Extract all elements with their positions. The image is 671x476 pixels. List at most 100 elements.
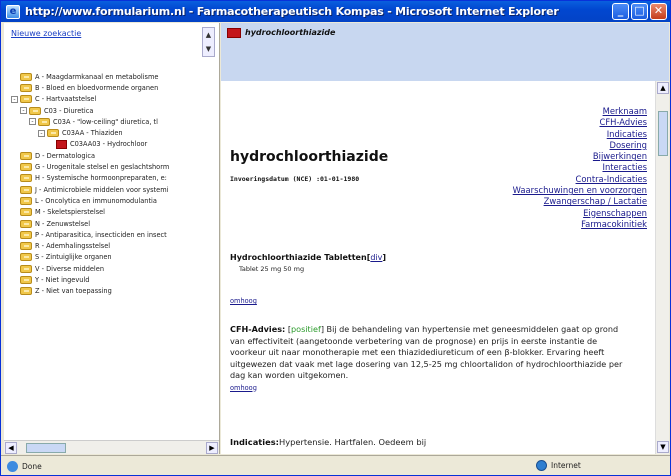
content-vertical-scrollbar[interactable]: ▲ ▼ [655, 81, 669, 454]
close-button[interactable]: ✕ [650, 3, 667, 20]
minimize-button[interactable]: _ [612, 3, 629, 20]
tree-item[interactable]: G - Urogenitale stelsel en geslachtshorm [7, 161, 217, 172]
product-dose: Tablet 25 mg 50 mg [239, 265, 305, 273]
folder-icon [20, 83, 32, 92]
tree-item-label: C03 - Diuretica [44, 106, 94, 115]
zone-label: Internet [551, 461, 581, 470]
section-link[interactable]: Bijwerkingen [513, 151, 647, 162]
scroll-up-icon[interactable]: ▲ [203, 28, 214, 42]
section-link[interactable]: Merknaam [513, 106, 647, 117]
back-to-top-link-2[interactable]: omhoog [230, 384, 257, 392]
section-link[interactable]: Eigenschappen [513, 208, 647, 219]
tree-item-label: B - Bloed en bloedvormende organen [35, 83, 159, 92]
tree-item[interactable]: C03AA03 - Hydrochloor [7, 139, 217, 150]
section-link[interactable]: Contra-Indicaties [513, 174, 647, 185]
tree-item[interactable]: Y - Niet ingevuld [7, 274, 217, 285]
tree-item[interactable]: Z - Niet van toepassing [7, 286, 217, 297]
folder-icon [20, 230, 32, 239]
tree-item-label: C - Hartvaatstelsel [35, 95, 97, 104]
left-frame-scroll[interactable]: ▲ ▼ [202, 27, 215, 57]
globe-icon [536, 460, 547, 471]
folder-icon [20, 275, 32, 284]
tree-item-label: S - Zintuiglijke organen [35, 253, 112, 262]
folder-icon [20, 72, 32, 81]
scroll-right-icon[interactable]: ▶ [206, 442, 218, 454]
scroll-down-icon[interactable]: ▼ [203, 42, 214, 56]
tree-item[interactable]: - C03A - "low-ceiling" diuretica, tl [7, 116, 217, 127]
tree-item[interactable]: - C03 - Diuretica [7, 105, 217, 116]
scroll-down-icon[interactable]: ▼ [657, 441, 669, 453]
collapse-icon[interactable]: - [20, 107, 27, 115]
folder-icon [20, 219, 32, 228]
folder-icon [20, 208, 32, 217]
section-link[interactable]: Waarschuwingen en voorzorgen [513, 185, 647, 196]
tree-item-label: V - Diverse middelen [35, 264, 104, 273]
tree-item[interactable]: - C - Hartvaatstelsel [7, 94, 217, 105]
back-to-top-link[interactable]: omhoog [230, 297, 257, 305]
tree-item-label: C03A - "low-ceiling" diuretica, tl [53, 117, 158, 126]
folder-icon [20, 196, 32, 205]
tree-item-label: D - Dermatologica [35, 151, 96, 160]
tree-item[interactable]: J - Antimicrobiele middelen voor systemi [7, 184, 217, 195]
section-link[interactable]: Dosering [513, 140, 647, 151]
tree-item-label: C03AA - Thiaziden [62, 129, 123, 138]
tree-item[interactable]: L - Oncolytica en immunomodulantia [7, 195, 217, 206]
scroll-left-icon[interactable]: ◀ [5, 442, 17, 454]
tree-item[interactable]: V - Diverse middelen [7, 263, 217, 274]
cfh-label: CFH-Advies: [230, 324, 286, 334]
folder-icon [20, 151, 32, 160]
tree-item-label: J - Antimicrobiele middelen voor systemi [35, 185, 169, 194]
section-link[interactable]: Indicaties [513, 129, 647, 140]
drug-icon [56, 139, 67, 149]
collapse-icon[interactable]: - [11, 95, 18, 103]
scrollbar-thumb[interactable] [26, 443, 66, 453]
folder-icon [20, 253, 32, 262]
tree-item[interactable]: N - Zenuwstelsel [7, 218, 217, 229]
scroll-up-icon[interactable]: ▲ [657, 82, 669, 94]
collapse-icon[interactable]: - [29, 118, 36, 126]
section-link[interactable]: CFH-Advies [513, 117, 648, 128]
section-link[interactable]: Zwangerschap / Lactatie [513, 196, 647, 207]
section-link[interactable]: Farmacokinitiek [513, 219, 647, 230]
tree-item[interactable]: R - Ademhalingsstelsel [7, 240, 217, 251]
folder-icon [47, 129, 59, 138]
tree-item[interactable]: B - Bloed en bloedvormende organen [7, 82, 217, 93]
tree-item[interactable]: A - Maagdarmkanaal en metabolisme [7, 71, 217, 82]
tree-item-label: C03AA03 - Hydrochloor [70, 140, 148, 149]
cfh-positive-link[interactable]: positief [291, 324, 321, 334]
section-links: Merknaam CFH-Advies Indicaties Dosering Bijw… [513, 106, 647, 230]
tree-item[interactable]: D - Dermatologica [7, 150, 217, 161]
folder-icon [20, 163, 32, 172]
tree-item[interactable]: S - Zintuiglijke organen [7, 252, 217, 263]
tree-item[interactable]: - C03AA - Thiaziden [7, 127, 217, 138]
content-frame: hydrochloorthiazide Merknaam CFH-Advies In… [221, 23, 669, 454]
tree-item-label: P - Antiparasitica, insecticiden en inse… [35, 230, 167, 239]
tree-item[interactable]: H - Systemische hormoonpreparaten, e: [7, 173, 217, 184]
new-search-link[interactable]: Nieuwe zoekactie [11, 29, 81, 38]
scrollbar-thumb[interactable] [658, 111, 668, 156]
product-name: Hydrochloorthiazide Tabletten [230, 253, 367, 262]
banner-title: hydrochloorthiazide [245, 28, 336, 37]
folder-icon [20, 174, 32, 183]
ie-icon: e [6, 4, 20, 19]
folder-icon [20, 287, 32, 296]
tree-item-label: R - Ademhalingsstelsel [35, 242, 111, 251]
left-frame: Nieuwe zoekactie ▲ ▼ A - Maagdarmkanaal … [4, 23, 220, 454]
folder-icon [29, 106, 41, 115]
monograph-content: Merknaam CFH-Advies Indicaties Dosering Bijw… [221, 81, 655, 454]
maximize-button[interactable]: □ [631, 3, 648, 20]
title-bar: e http://www.formularium.nl - Farmacothe… [1, 1, 670, 22]
folder-icon [20, 264, 32, 273]
left-horizontal-scrollbar[interactable]: ◀ ▶ [4, 440, 219, 454]
security-zone: Internet [536, 460, 581, 471]
tree-item[interactable]: M - Skeletspierstelsel [7, 207, 217, 218]
tree-item[interactable]: P - Antiparasitica, insecticiden en inse… [7, 229, 217, 240]
atc-tree: A - Maagdarmkanaal en metabolisme B - Blo… [7, 71, 217, 297]
window-title: http://www.formularium.nl - Farmacothera… [25, 5, 559, 18]
collapse-icon[interactable]: - [38, 129, 45, 137]
page-icon [7, 460, 18, 472]
status-bar: Done Internet [1, 455, 670, 475]
product-div-link[interactable]: div [370, 253, 382, 262]
folder-icon [38, 117, 50, 126]
section-link[interactable]: Interacties [513, 162, 647, 173]
